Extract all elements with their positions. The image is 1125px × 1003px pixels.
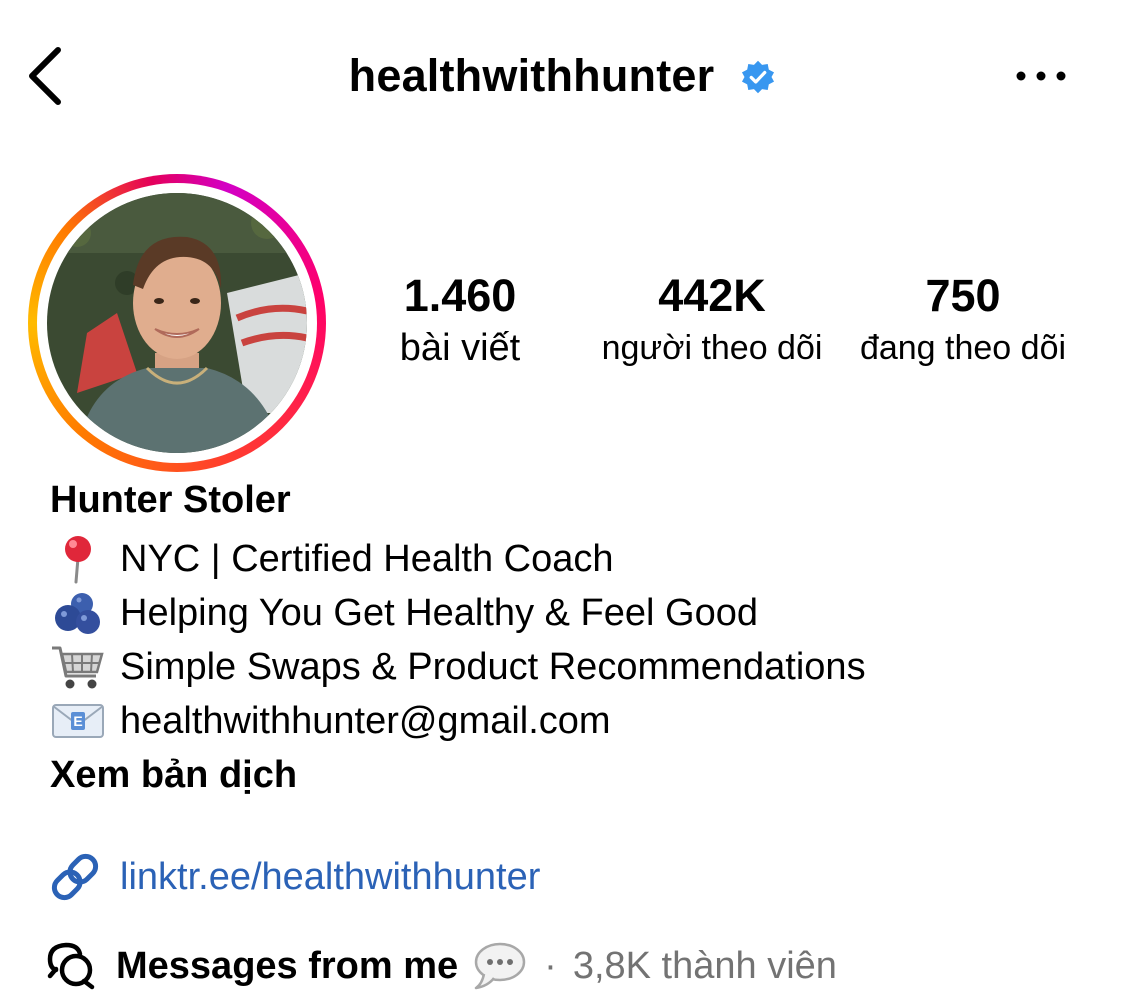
posts-label: bài viết xyxy=(399,327,521,369)
followers-label: người theo dõi xyxy=(601,329,823,367)
verified-badge-icon xyxy=(742,60,775,94)
profile-link[interactable]: linktr.ee/healthwithhunter xyxy=(48,850,540,904)
more-options-button[interactable] xyxy=(1014,66,1068,86)
bio-text: NYC | Certified Health Coach xyxy=(120,538,614,580)
bio-text: Simple Swaps & Product Recommendations xyxy=(120,646,866,688)
profile-header: healthwithhunter xyxy=(0,0,1125,150)
svg-text:E: E xyxy=(73,713,82,729)
link-url[interactable]: linktr.ee/healthwithhunter xyxy=(120,856,540,899)
see-translation-button[interactable]: Xem bản dịch xyxy=(50,750,297,800)
username-title: healthwithhunter xyxy=(348,50,715,101)
shopping-cart-icon xyxy=(52,646,104,689)
email-text[interactable]: healthwithhunter@gmail.com xyxy=(120,696,611,746)
speech-bubble-icon xyxy=(474,942,526,990)
bio-line-email[interactable]: E healthwithhunter@gmail.com xyxy=(50,694,611,748)
pushpin-icon xyxy=(65,536,91,584)
channel-icon xyxy=(47,942,95,990)
posts-count: 1.460 xyxy=(403,270,517,321)
full-name: Hunter Stoler xyxy=(50,479,291,521)
following-stat[interactable]: 750 đang theo dõi xyxy=(846,266,1080,370)
avatar xyxy=(47,193,307,453)
bio-line-recommendations: Simple Swaps & Product Recommendations xyxy=(50,640,866,694)
separator-dot: · xyxy=(544,944,557,987)
posts-stat[interactable]: 1.460 bài viết xyxy=(380,266,540,370)
title-bar: healthwithhunter xyxy=(0,46,1125,106)
followers-stat[interactable]: 442K người theo dõi xyxy=(594,266,830,370)
channel-name[interactable]: Messages from me xyxy=(116,945,458,988)
bio-text: Helping You Get Healthy & Feel Good xyxy=(120,592,758,634)
followers-count: 442K xyxy=(658,270,766,321)
avatar-frame xyxy=(37,183,317,463)
bio-line-mission: Helping You Get Healthy & Feel Good xyxy=(50,586,758,640)
profile-photo xyxy=(47,193,307,453)
following-count: 750 xyxy=(925,270,1001,321)
more-horizontal-icon xyxy=(1016,71,1066,81)
envelope-icon: E xyxy=(52,704,104,738)
blueberries-icon xyxy=(55,593,100,634)
member-count: 3,8K thành viên xyxy=(572,944,837,987)
link-icon xyxy=(51,853,99,901)
bio-line-location: NYC | Certified Health Coach xyxy=(50,532,614,586)
broadcast-channel[interactable]: Messages from me · 3,8K thành viên xyxy=(46,938,837,994)
story-ring[interactable] xyxy=(28,174,326,472)
following-label: đang theo dõi xyxy=(859,329,1067,367)
